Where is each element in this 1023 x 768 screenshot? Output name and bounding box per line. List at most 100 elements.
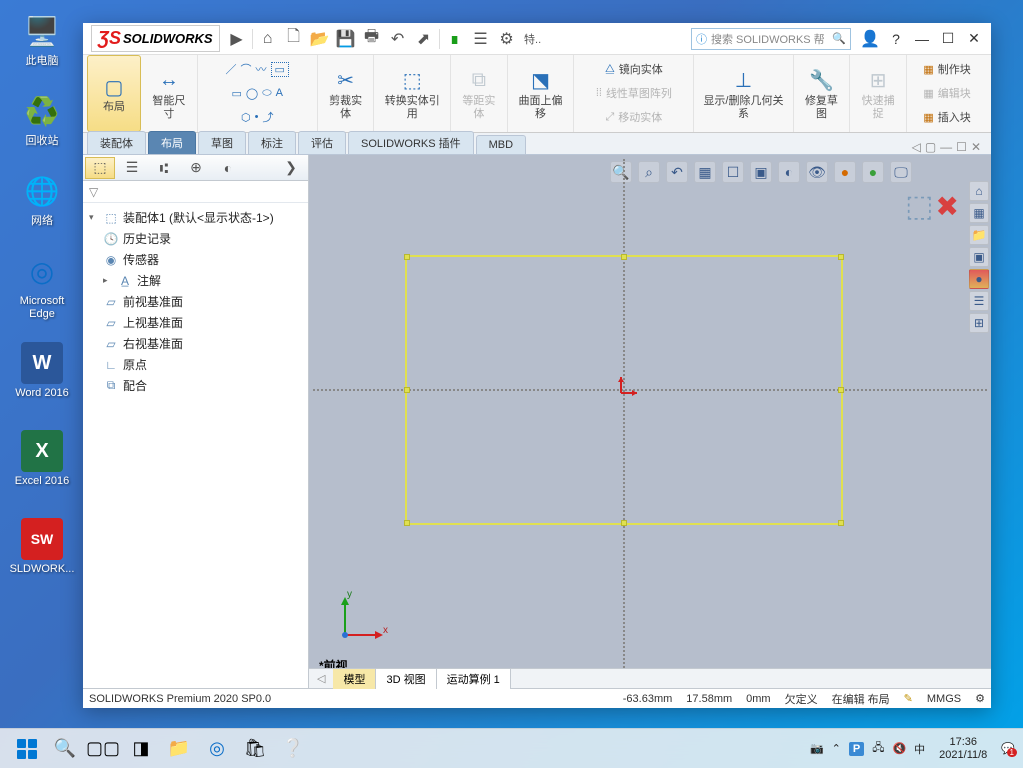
spline-icon[interactable]: 〰 [256,61,267,77]
tab-sketch[interactable]: 草图 [198,131,246,154]
layout-button[interactable]: ▢ 布局 [87,55,141,132]
view-orient-icon[interactable]: ☐ [722,161,744,183]
print-icon[interactable]: 🖶 [360,27,384,51]
point-icon[interactable]: • [255,111,259,123]
tab-evaluate[interactable]: 评估 [298,131,346,154]
desktop-icon-solidworks[interactable]: SW SLDWORK... [6,518,78,576]
close-button[interactable]: ✕ [961,26,987,52]
save-icon[interactable]: 💾 [334,27,358,51]
repair-sketch-button[interactable]: 🔧 修复草图 [794,55,851,132]
sketch-rectangle[interactable] [405,255,843,525]
doc-prev-icon[interactable]: ◁ [912,140,921,154]
tree-mates[interactable]: ⧉配合 [85,375,306,396]
rebuild-icon[interactable]: ∎ [443,27,467,51]
show-relations-button[interactable]: ⊥ 显示/删除几何关系 [694,55,793,132]
more-icon[interactable]: 特.. [521,27,545,51]
tab-3dview[interactable]: 3D 视图 [376,669,436,689]
tree-top-plane[interactable]: ▱上视基准面 [85,312,306,333]
tree-tab-more[interactable]: ❯ [276,157,306,179]
tray-chevron-icon[interactable]: ⌃ [832,742,841,755]
new-icon[interactable]: 🗋 [282,27,306,51]
desktop-icon-edge[interactable]: ◎ Microsoft Edge [6,250,78,321]
tab-model[interactable]: 模型 [333,669,376,689]
widgets-icon[interactable]: ◨ [122,733,160,765]
text-icon[interactable]: A [276,87,283,99]
exit-sketch-button[interactable]: ⬚✖ [905,189,959,224]
tree-tab-property[interactable]: ☰ [117,157,147,179]
task-view-icon[interactable]: ▢▢ [84,733,122,765]
tab-motion[interactable]: 运动算例 1 [437,669,511,689]
status-edit-icon[interactable]: ✎ [904,692,913,705]
arc-icon[interactable]: ⌒ [241,61,252,77]
tree-tab-appearance[interactable]: ◐ [213,157,243,179]
tab-mbd[interactable]: MBD [476,135,526,154]
tree-right-plane[interactable]: ▱右视基准面 [85,333,306,354]
maximize-button[interactable]: ☐ [935,26,961,52]
rect-icon[interactable]: ▭ [271,62,289,77]
undo-icon[interactable]: ↶ [386,27,410,51]
network-tray-icon[interactable]: 🖧 [872,739,884,758]
desktop-icon-network[interactable]: 🌐 网络 [6,170,78,228]
circle-icon[interactable]: ◯ [246,87,258,100]
meet-now-icon[interactable]: 📷 [810,742,824,755]
tab-addins[interactable]: SOLIDWORKS 插件 [348,131,474,154]
appearance-icon[interactable]: ● [834,161,856,183]
desktop-icon-excel[interactable]: X Excel 2016 [6,430,78,488]
graphics-viewport[interactable]: 🔍 ⌕ ↶ ▦ ☐ ▣ ◐ 👁 ● ● 🖵 ⬚✖ ⌂ ▦ 📁 ▣ [309,155,991,688]
slot-icon[interactable]: ⬭ [262,87,271,100]
scene-icon[interactable]: ● [862,161,884,183]
doc-close-icon[interactable]: ✕ [971,140,981,154]
mirror-button[interactable]: ⧋镜向实体 [605,57,663,81]
notification-icon[interactable]: 💬1 [1001,742,1015,755]
status-more-icon[interactable]: ⚙ [975,692,985,705]
section-icon[interactable]: ▦ [694,161,716,183]
edge-taskbar-icon[interactable]: ◎ [198,733,236,765]
tree-sensors[interactable]: ◉传感器 [85,249,306,270]
tree-filter[interactable]: ▽ [83,181,308,203]
rect2-icon[interactable]: ▭ [231,87,241,100]
trim-button[interactable]: ✂ 剪裁实体 [318,55,375,132]
tree-front-plane[interactable]: ▱前视基准面 [85,291,306,312]
ime-indicator[interactable]: 中 [914,741,925,757]
doc-min-icon[interactable]: — [940,140,952,154]
make-block-button[interactable]: ▦制作块 [923,57,970,81]
prev-view-icon[interactable]: ↶ [666,161,688,183]
tab-layout[interactable]: 布局 [148,131,196,154]
tab-assembly[interactable]: 装配体 [87,131,146,154]
display-style-icon[interactable]: ▣ [750,161,772,183]
tree-history[interactable]: 🕓历史记录 [85,228,306,249]
custom-props-icon[interactable]: ☰ [969,291,989,311]
insert-block-button[interactable]: ▦插入块 [923,105,970,129]
start-button[interactable] [8,733,46,765]
settings-icon[interactable]: ⚙ [495,27,519,51]
poly-icon[interactable]: ⬡ [241,111,251,124]
tree-tab-config[interactable]: ⑆ [149,157,179,179]
minimize-button[interactable]: — [909,26,935,52]
hide-show-icon[interactable]: ◐ [778,161,800,183]
desktop-icon-this-pc[interactable]: 🖥️ 此电脑 [6,10,78,68]
store-icon[interactable]: 🛍 [236,733,274,765]
search-input[interactable]: ⓘ 搜索 SOLIDWORKS 帮 🔍 [691,28,851,50]
eye-icon[interactable]: 👁 [806,161,828,183]
line-icon[interactable]: ／ [226,61,237,77]
tab-annotate[interactable]: 标注 [248,131,296,154]
convert-entities-button[interactable]: ⬚ 转换实体引用 [374,55,451,132]
view-palette-icon[interactable]: ▣ [969,247,989,267]
viewport-settings-icon[interactable]: 🖵 [890,161,912,183]
status-units[interactable]: MMGS [927,693,961,705]
design-lib-icon[interactable]: ▦ [969,203,989,223]
tree-annotations[interactable]: ▸A̲注解 [85,270,306,291]
zoom-fit-icon[interactable]: 🔍 [610,161,632,183]
file-explorer-icon[interactable]: 📁 [969,225,989,245]
options-list-icon[interactable]: ☰ [469,27,493,51]
home-pane-icon[interactable]: ⌂ [969,181,989,201]
chevron-right-icon[interactable]: ▶ [225,27,249,51]
help-icon[interactable]: ? [883,26,909,52]
volume-icon[interactable]: 🔇 [892,742,906,755]
select-icon[interactable]: ⬈ [412,27,436,51]
desktop-icon-recycle[interactable]: ♻️ 回收站 [6,90,78,148]
home-icon[interactable]: ⌂ [256,27,280,51]
appearances-icon[interactable]: ● [969,269,989,289]
desktop-icon-word[interactable]: W Word 2016 [6,342,78,400]
surface-offset-button[interactable]: ⬔ 曲面上偏移 [508,55,575,132]
